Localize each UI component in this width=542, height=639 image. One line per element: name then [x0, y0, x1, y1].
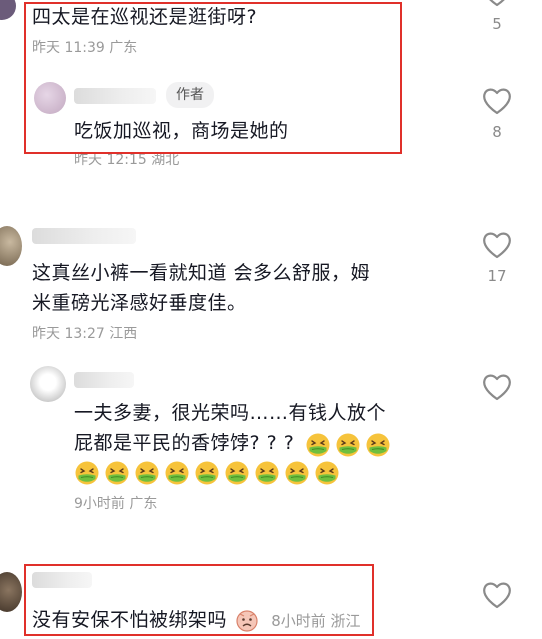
highlight-box [24, 564, 374, 636]
like-count: 5 [492, 15, 502, 33]
comment-text-line1: 这真丝小裤一看就知道 会多么舒服，姆 [32, 262, 371, 284]
reply-text-line2: 屁都是平民的香饽饽? ? ? [74, 432, 295, 454]
heart-icon [483, 88, 511, 115]
like-count: 8 [492, 123, 502, 141]
like-count: 17 [487, 267, 507, 285]
emoji-group [74, 460, 344, 490]
commenter-avatar[interactable] [0, 226, 22, 266]
nauseated-face-emoji [306, 433, 330, 456]
nauseated-face-emoji [336, 433, 360, 456]
reply-meta: 9小时前 广东 [74, 496, 158, 512]
like-button[interactable]: 17 [477, 230, 517, 286]
highlight-box [24, 2, 402, 154]
reply-text-line2-row: 屁都是平民的香饽饽? ? ? [74, 428, 395, 458]
reply-username-blurred [74, 372, 134, 388]
nauseated-face-emoji [285, 461, 309, 485]
nauseated-face-emoji [75, 461, 99, 485]
commenter-avatar[interactable] [0, 0, 16, 20]
like-button[interactable] [477, 580, 517, 610]
like-button[interactable]: 5 [477, 0, 517, 34]
reply-text-line1: 一夫多妻，很光荣吗……有钱人放个 [74, 402, 387, 424]
nauseated-face-emoji [165, 461, 189, 485]
heart-icon [489, 0, 505, 7]
reply-avatar[interactable] [30, 366, 66, 402]
nauseated-face-emoji [225, 461, 249, 485]
commenter-username-blurred [32, 228, 136, 244]
emoji-group [305, 433, 395, 456]
comment-text-line2: 米重磅光泽感好垂度佳。 [32, 292, 247, 314]
nauseated-face-emoji [366, 433, 390, 456]
nauseated-face-emoji [135, 461, 159, 485]
heart-icon [483, 582, 511, 609]
like-button[interactable] [477, 372, 517, 402]
nauseated-face-emoji [315, 461, 339, 485]
heart-icon [483, 374, 511, 401]
nauseated-face-emoji [255, 461, 279, 485]
nauseated-face-emoji [105, 461, 129, 485]
commenter-avatar[interactable] [0, 572, 22, 612]
nauseated-face-emoji [195, 461, 219, 485]
heart-icon [483, 232, 511, 259]
like-button[interactable]: 8 [477, 86, 517, 142]
comment-meta: 昨天 13:27 江西 [32, 326, 138, 342]
